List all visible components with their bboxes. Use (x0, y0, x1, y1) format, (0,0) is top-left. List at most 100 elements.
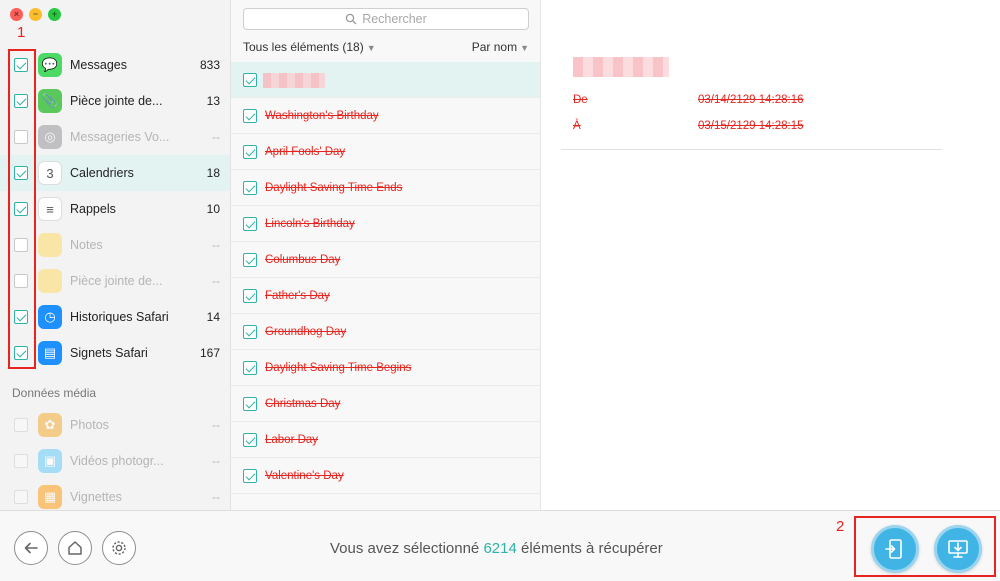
item-checkbox[interactable] (243, 144, 257, 159)
media-checkbox[interactable] (14, 490, 28, 504)
home-button[interactable] (58, 531, 92, 565)
sort-dropdown[interactable]: Par nom ▼ (472, 40, 529, 54)
list-item[interactable]: Lincoln's Birthday (231, 206, 540, 242)
item-title: Washington's Birthday (265, 109, 379, 122)
category-label: Notes (70, 238, 103, 252)
item-list-panel: Rechercher Tous les éléments (18) ▼ Par n… (231, 0, 541, 510)
category-count: -- (212, 238, 220, 252)
redacted-detail-title (573, 57, 669, 77)
search-icon (345, 13, 357, 25)
safari-bookmarks-icon: ▤ (38, 341, 62, 365)
minimize-window-button[interactable]: − (29, 8, 42, 21)
category-label: Messages (70, 58, 127, 72)
to-value: 03/15/2129 14:28:15 (698, 120, 804, 132)
category-count: 18 (206, 166, 220, 180)
search-placeholder: Rechercher (362, 12, 427, 26)
category-count: 13 (206, 94, 220, 108)
list-item[interactable]: Daylight Saving Time Ends (231, 170, 540, 206)
item-checkbox[interactable] (243, 324, 257, 339)
back-button[interactable] (14, 531, 48, 565)
category-count: 10 (206, 202, 220, 216)
reminders-icon: ≡ (38, 197, 62, 221)
safari-history-icon: ◷ (38, 305, 62, 329)
list-item[interactable]: Christmas Day (231, 386, 540, 422)
chevron-down-icon: ▼ (520, 43, 529, 53)
category-label: Pièce jointe de... (70, 94, 163, 108)
attachment-icon: 📎 (38, 89, 62, 113)
media-label: Photos (70, 418, 109, 432)
list-item[interactable]: Washington's Birthday (231, 98, 540, 134)
zoom-window-button[interactable]: + (48, 8, 61, 21)
category-label: Historiques Safari (70, 310, 169, 324)
media-checkbox[interactable] (14, 454, 28, 468)
item-title: Christmas Day (265, 397, 341, 410)
divider (561, 149, 942, 150)
bottom-bar: Vous avez sélectionné 6214 éléments à ré… (0, 510, 1000, 581)
item-title: Columbus Day (265, 253, 341, 266)
photos-icon: ✿ (38, 413, 62, 437)
item-title: Valentine's Day (265, 469, 344, 482)
category-count: 167 (199, 346, 220, 360)
category-count: 833 (199, 58, 220, 72)
media-count: -- (212, 454, 220, 468)
calendar-icon: 3 (38, 161, 62, 185)
chevron-down-icon: ▼ (366, 43, 376, 53)
search-input[interactable]: Rechercher (243, 8, 529, 30)
messages-icon: 💬 (38, 53, 62, 77)
selection-status: Vous avez sélectionné 6214 éléments à ré… (330, 540, 663, 557)
status-suffix: éléments à récupérer (521, 540, 663, 557)
annotation-number-2: 2 (836, 518, 845, 535)
item-checkbox[interactable] (243, 252, 257, 267)
media-count: -- (212, 490, 220, 504)
category-count: 14 (206, 310, 220, 324)
item-checkbox[interactable] (243, 216, 257, 231)
item-title: Labor Day (265, 433, 319, 446)
item-title: Groundhog Day (265, 325, 347, 338)
item-title: Daylight Saving Time Begins (265, 361, 412, 374)
voicemail-icon: ◎ (38, 125, 62, 149)
from-value: 03/14/2129 14:28:16 (698, 94, 804, 106)
list-item[interactable]: Labor Day (231, 422, 540, 458)
sort-label: Par nom (471, 40, 518, 54)
category-label: Messageries Vo... (70, 130, 170, 144)
close-window-button[interactable]: × (10, 8, 23, 21)
status-prefix: Vous avez sélectionné (330, 540, 480, 557)
category-label: Calendriers (70, 166, 134, 180)
list-item[interactable]: Valentine's Day (231, 458, 540, 494)
media-item[interactable]: ▣ Vidéos photogr... -- (0, 443, 230, 479)
item-checkbox[interactable] (243, 180, 257, 195)
to-label: À (573, 120, 581, 132)
item-title: Daylight Saving Time Ends (265, 181, 403, 194)
window-controls: × − + (10, 8, 61, 21)
notes-icon (38, 233, 62, 257)
item-checkbox[interactable] (243, 396, 257, 411)
media-count: -- (212, 418, 220, 432)
filter-dropdown[interactable]: Tous les éléments (18) ▼ (243, 40, 376, 54)
item-title: April Fools' Day (265, 145, 346, 158)
annotation-number-1: 1 (17, 24, 26, 41)
thumbnails-icon: ▦ (38, 485, 62, 509)
home-icon (68, 541, 82, 555)
media-item[interactable]: ✿ Photos -- (0, 407, 230, 443)
videos-icon: ▣ (38, 449, 62, 473)
list-item[interactable]: Columbus Day (231, 242, 540, 278)
item-checkbox[interactable] (243, 432, 257, 447)
list-item[interactable]: Father's Day (231, 278, 540, 314)
gear-icon (112, 541, 126, 555)
item-checkbox[interactable] (243, 360, 257, 375)
list-item[interactable]: Groundhog Day (231, 314, 540, 350)
category-count: -- (212, 130, 220, 144)
media-label: Vidéos photogr... (70, 454, 164, 468)
list-item-selected[interactable] (231, 62, 540, 98)
item-checkbox[interactable] (243, 72, 257, 87)
media-checkbox[interactable] (14, 418, 28, 432)
list-item[interactable]: Daylight Saving Time Begins (231, 350, 540, 386)
arrow-left-icon (24, 542, 38, 554)
annotation-box-1 (8, 49, 36, 369)
media-item[interactable]: ▦ Vignettes -- (0, 479, 230, 510)
settings-button[interactable] (102, 531, 136, 565)
item-checkbox[interactable] (243, 468, 257, 483)
item-checkbox[interactable] (243, 108, 257, 123)
item-checkbox[interactable] (243, 288, 257, 303)
list-item[interactable]: April Fools' Day (231, 134, 540, 170)
